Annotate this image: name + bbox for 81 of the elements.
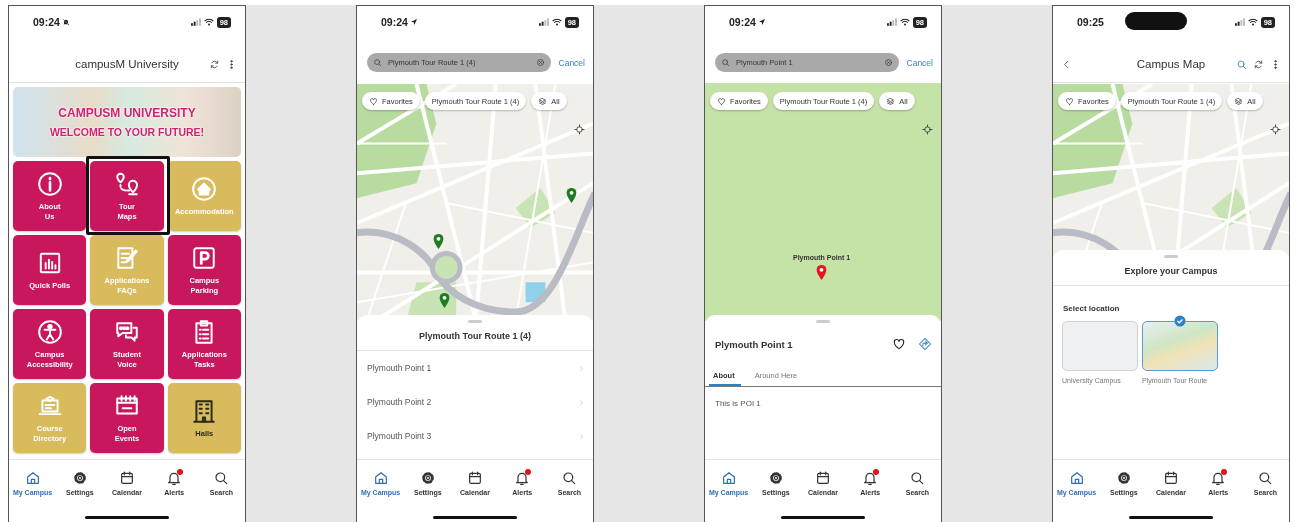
calendar-icon (1163, 469, 1179, 486)
refresh-icon[interactable] (209, 58, 220, 70)
map-pin-icon[interactable] (438, 292, 451, 309)
bell-slash-icon (61, 18, 70, 26)
heart-icon (369, 96, 378, 106)
search-icon (1257, 469, 1274, 486)
chevron-right-icon (578, 364, 585, 372)
house-icon (191, 175, 218, 202)
map-pin-icon[interactable] (432, 233, 445, 250)
sheet-title: Plymouth Tour Route 1 (4) (357, 323, 593, 351)
gear-icon (767, 469, 784, 486)
layers-icon (886, 96, 896, 106)
location-arrow-icon (757, 18, 766, 26)
cancel-button[interactable]: Cancel (906, 57, 933, 68)
layers-icon (538, 96, 548, 106)
drag-handle[interactable] (816, 320, 830, 323)
map-pin-icon[interactable] (815, 264, 829, 281)
wifi-icon (551, 18, 562, 26)
home-icon (24, 469, 41, 486)
signal-icon (886, 18, 897, 26)
list-row[interactable]: Plymouth Point 2 (357, 385, 593, 419)
banner-subtitle: WELCOME TO YOUR FUTURE! (49, 126, 205, 138)
search-icon (213, 469, 230, 486)
gear-icon (71, 469, 88, 486)
wifi-icon (203, 18, 214, 26)
list-row[interactable]: Plymouth Point 3 (357, 419, 593, 453)
info-icon (36, 171, 63, 198)
heart-icon (1065, 96, 1074, 106)
parking-icon (191, 245, 218, 272)
document-pencil-icon (114, 245, 140, 272)
calendar-icon (815, 469, 831, 486)
layers-icon (1234, 96, 1244, 106)
home-icon (720, 469, 737, 486)
route-pins-icon (114, 171, 140, 198)
refresh-icon[interactable] (1253, 58, 1264, 70)
home-icon (1068, 469, 1085, 486)
heart-icon[interactable] (892, 337, 906, 351)
calendar-icon (119, 469, 135, 486)
locate-icon[interactable] (922, 124, 933, 135)
banner-title: CAMPUSM UNIVERSITY (58, 106, 196, 120)
screen-title: Campus Map (1136, 58, 1206, 70)
calendar-icon (467, 469, 483, 486)
wifi-icon (1247, 18, 1258, 26)
place-title: Plymouth Point 1 (715, 338, 794, 350)
accessibility-icon (36, 319, 63, 346)
heart-icon (717, 96, 726, 106)
locate-icon[interactable] (574, 124, 585, 135)
screen-title: campusM University (75, 58, 179, 70)
drag-handle[interactable] (468, 320, 482, 323)
chevron-right-icon (578, 432, 585, 440)
search-icon[interactable] (1236, 58, 1247, 70)
locate-icon[interactable] (1270, 124, 1281, 135)
drag-handle[interactable] (1164, 255, 1178, 258)
signal-icon (190, 18, 201, 26)
status-time: 09:24 (381, 16, 408, 28)
search-icon (373, 58, 382, 67)
directions-icon[interactable] (918, 337, 932, 351)
clear-icon[interactable] (535, 58, 545, 67)
search-icon (561, 469, 578, 486)
search-icon (721, 58, 730, 67)
cancel-button[interactable]: Cancel (558, 57, 585, 68)
list-row[interactable]: Plymouth Point 1 (357, 351, 593, 385)
building-icon (191, 397, 218, 424)
check-badge-icon (1174, 315, 1186, 327)
search-icon (909, 469, 926, 486)
description-text: This is POI 1 (714, 398, 762, 410)
chevron-right-icon (578, 398, 585, 406)
map-pin-icon[interactable] (565, 187, 578, 204)
status-time: 09:25 (1077, 16, 1104, 28)
section-label: Select location (1063, 304, 1121, 313)
gear-icon (419, 469, 436, 486)
sheet-title: Explore your Campus (1053, 258, 1289, 286)
signal-icon (1234, 18, 1245, 26)
wifi-icon (899, 18, 910, 26)
clear-icon[interactable] (883, 58, 893, 67)
signal-icon (538, 18, 549, 26)
home-icon (372, 469, 389, 486)
gear-icon (1115, 469, 1132, 486)
location-arrow-icon (409, 18, 418, 26)
status-time: 09:24 (729, 16, 756, 28)
status-time: 09:24 (33, 16, 60, 28)
